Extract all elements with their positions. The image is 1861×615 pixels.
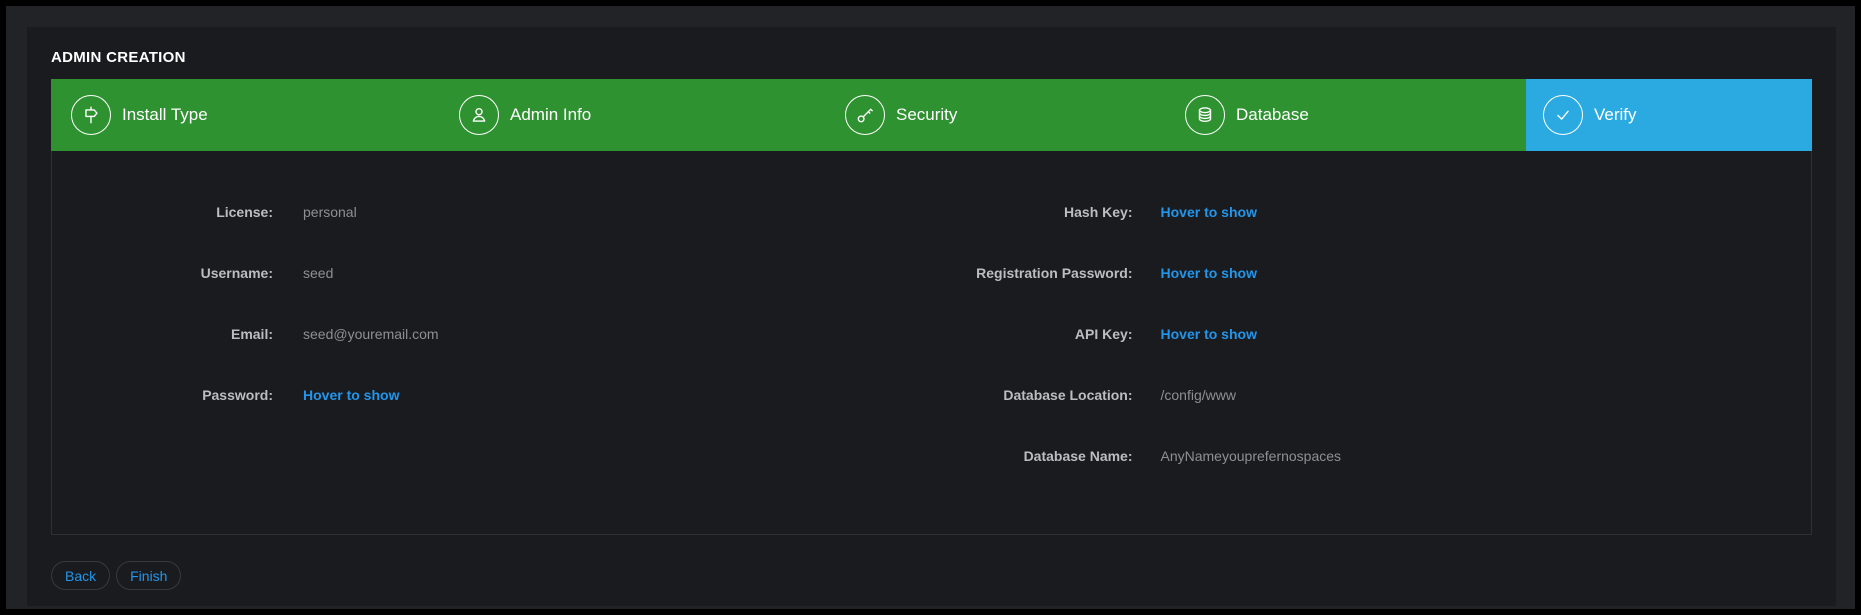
step-label: Verify [1594,105,1637,125]
field-label: Database Location: [932,387,1133,403]
field-label: License: [52,204,273,220]
field-value: seed [303,265,333,281]
wizard-actions: Back Finish [51,561,1812,590]
field-label: Email: [52,326,273,342]
step-label: Security [896,105,957,125]
password-hover-to-show-link[interactable]: Hover to show [303,387,399,403]
step-label: Admin Info [510,105,591,125]
field-database-location: Database Location: /config/www [932,364,1812,425]
step-database[interactable]: Database [1185,79,1309,151]
field-label: Database Name: [932,448,1133,464]
field-label: Username: [52,265,273,281]
field-api-key: API Key: Hover to show [932,303,1812,364]
step-verify[interactable]: Verify [1526,79,1812,151]
field-database-name: Database Name: AnyNameyouprefernospaces [932,425,1812,486]
field-label: Password: [52,387,273,403]
back-button[interactable]: Back [51,561,110,590]
registration-password-hover-to-show-link[interactable]: Hover to show [1161,265,1257,281]
step-admin-info[interactable]: Admin Info [459,79,591,151]
field-label: Registration Password: [932,265,1133,281]
database-icon [1185,95,1225,135]
step-security[interactable]: Security [845,79,957,151]
check-icon [1543,95,1583,135]
field-value: seed@youremail.com [303,326,439,342]
field-password: Password: Hover to show [52,364,932,425]
page-title: ADMIN CREATION [51,49,1812,66]
field-label: Hash Key: [932,204,1133,220]
signpost-icon [71,95,111,135]
field-hash-key: Hash Key: Hover to show [932,181,1812,242]
hash-key-hover-to-show-link[interactable]: Hover to show [1161,204,1257,220]
wizard-step-bar: Install Type Admin Info [51,79,1812,151]
field-label: API Key: [932,326,1133,342]
step-install-type[interactable]: Install Type [71,79,208,151]
key-icon [845,95,885,135]
field-license: License: personal [52,181,932,242]
field-email: Email: seed@youremail.com [52,303,932,364]
summary-column-left: License: personal Username: seed Email: … [52,181,932,534]
summary-column-right: Hash Key: Hover to show Registration Pas… [932,181,1812,534]
admin-creation-panel: ADMIN CREATION Install Type [27,27,1836,606]
field-username: Username: seed [52,242,932,303]
step-label: Install Type [122,105,208,125]
finish-button[interactable]: Finish [116,561,181,590]
api-key-hover-to-show-link[interactable]: Hover to show [1161,326,1257,342]
field-value: AnyNameyouprefernospaces [1161,448,1342,464]
field-value: personal [303,204,357,220]
app-background: ADMIN CREATION Install Type [6,6,1855,609]
step-label: Database [1236,105,1309,125]
field-registration-password: Registration Password: Hover to show [932,242,1812,303]
field-value: /config/www [1161,387,1236,403]
user-icon [459,95,499,135]
verify-summary-panel: License: personal Username: seed Email: … [51,151,1812,535]
